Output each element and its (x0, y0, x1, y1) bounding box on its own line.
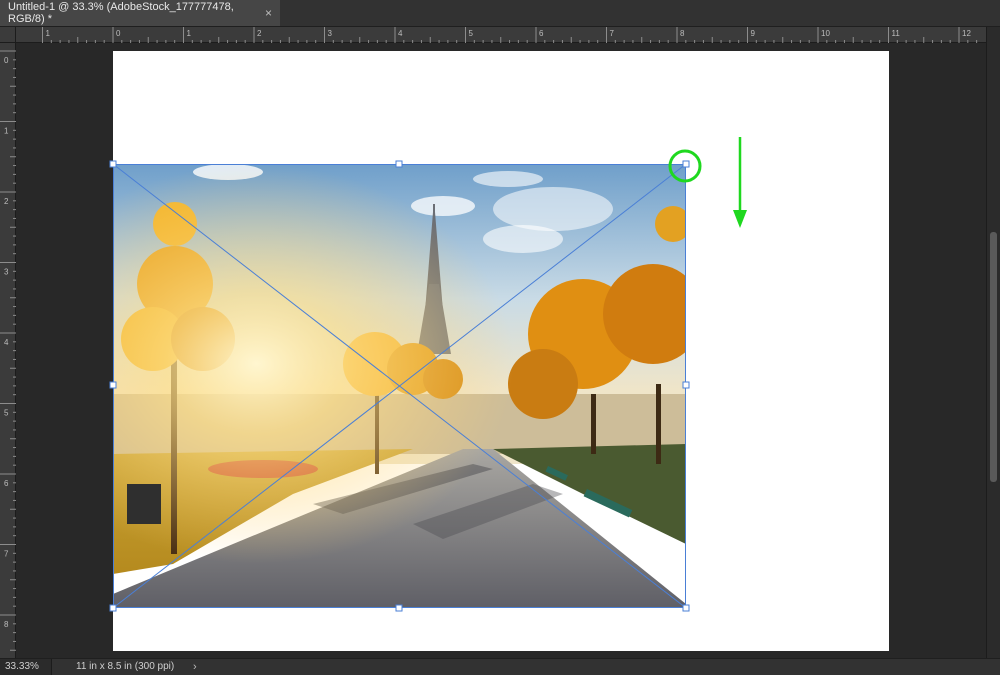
ruler-label: 0 (116, 29, 121, 38)
ruler-label: 3 (328, 29, 333, 38)
ruler-label: 12 (962, 29, 971, 38)
transform-handle-top-right[interactable] (682, 160, 690, 168)
ruler-label: 7 (4, 550, 9, 559)
transform-handle-top-left[interactable] (109, 160, 117, 168)
horizontal-ruler[interactable]: 1 0 1 2 3 4 5 6 7 8 9 10 11 12 (16, 27, 986, 43)
ruler-label: 10 (821, 29, 830, 38)
ruler-label: 4 (4, 338, 9, 347)
document-tab-bar: Untitled-1 @ 33.3% (AdobeStock_177777478… (0, 0, 1000, 27)
ruler-label: 6 (4, 479, 9, 488)
transform-handle-middle-left[interactable] (109, 381, 117, 389)
ruler-label: 1 (4, 127, 9, 136)
document-tab[interactable]: Untitled-1 @ 33.3% (AdobeStock_177777478… (0, 0, 280, 26)
ruler-label: 0 (4, 56, 9, 65)
ruler-label: 2 (4, 197, 9, 206)
ruler-label: 9 (751, 29, 756, 38)
ruler-label: 5 (469, 29, 474, 38)
vertical-scrollbar[interactable] (986, 27, 1000, 658)
ruler-label: 5 (4, 409, 9, 418)
ruler-label: 3 (4, 268, 9, 277)
transform-handle-top-center[interactable] (395, 160, 403, 168)
status-bar: 33.33% 11 in x 8.5 in (300 ppi) › (0, 658, 1000, 675)
ruler-label: 11 (892, 29, 901, 38)
photo-layer[interactable] (113, 164, 686, 608)
ruler-label: 1 (46, 29, 51, 38)
transform-handle-middle-right[interactable] (682, 381, 690, 389)
ruler-label: 6 (539, 29, 544, 38)
photo-eiffel-tower-park (113, 164, 686, 608)
document-size-info[interactable]: 11 in x 8.5 in (300 ppi) (76, 659, 174, 675)
close-tab-icon[interactable]: × (265, 6, 272, 20)
transform-handle-bottom-left[interactable] (109, 604, 117, 612)
ruler-label: 8 (4, 620, 9, 629)
document-tab-title: Untitled-1 @ 33.3% (AdobeStock_177777478… (8, 1, 234, 25)
vertical-scroll-thumb[interactable] (990, 232, 997, 482)
ruler-label: 8 (680, 29, 685, 38)
status-menu-arrow-icon[interactable]: › (193, 659, 197, 675)
vertical-ruler-ticks: 0 1 2 3 4 5 6 7 8 (0, 50, 16, 651)
ruler-label: 4 (398, 29, 403, 38)
ruler-label: 2 (257, 29, 262, 38)
transform-handle-bottom-right[interactable] (682, 604, 690, 612)
ruler-origin[interactable] (0, 27, 16, 43)
vertical-ruler[interactable]: 0 1 2 3 4 5 6 7 8 (0, 43, 16, 658)
horizontal-ruler-ticks: 1 0 1 2 3 4 5 6 7 8 9 10 11 12 (42, 27, 978, 43)
ruler-label: 1 (187, 29, 192, 38)
transform-handle-bottom-center[interactable] (395, 604, 403, 612)
ruler-label: 7 (610, 29, 615, 38)
zoom-level-field[interactable]: 33.33% (0, 659, 52, 675)
